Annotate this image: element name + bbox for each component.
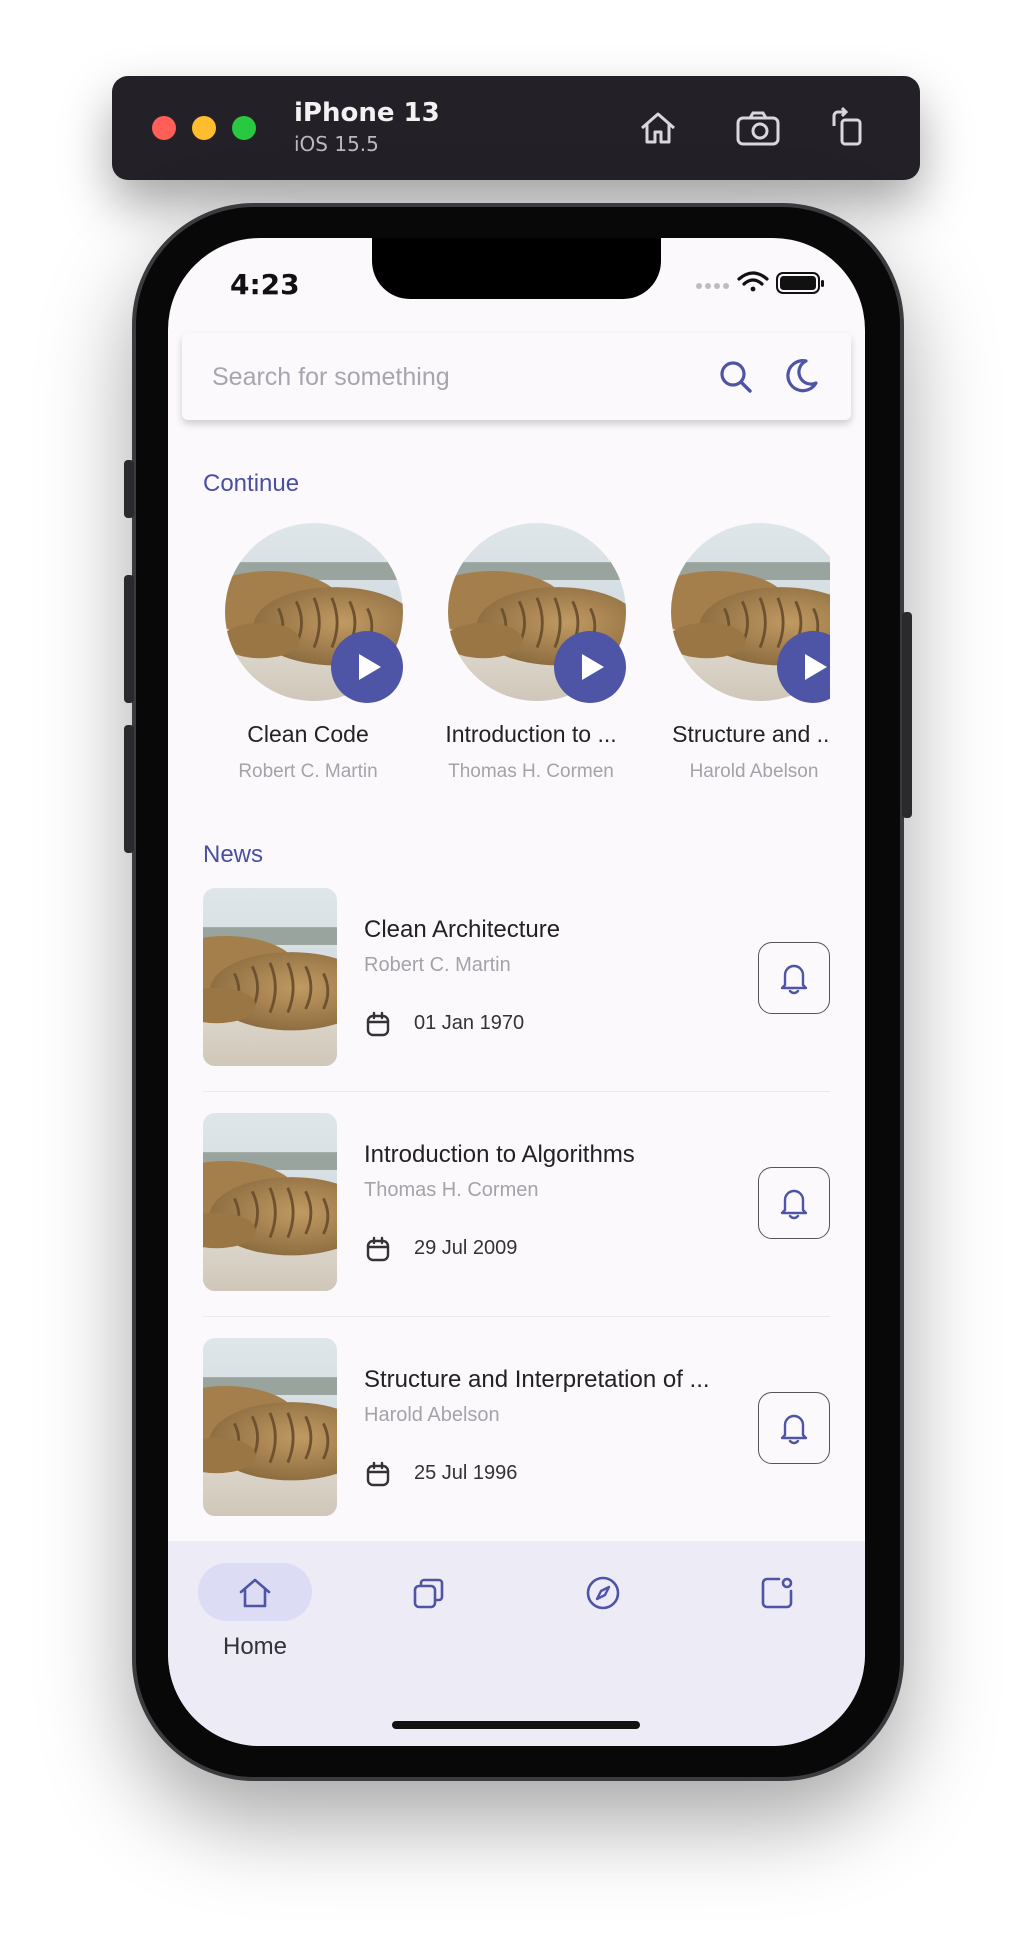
calendar-icon	[366, 1011, 390, 1037]
battery-icon	[776, 272, 824, 294]
wifi-icon	[737, 271, 769, 292]
play-icon[interactable]	[554, 631, 626, 703]
bell-icon	[780, 1414, 808, 1445]
calendar-icon	[366, 1461, 390, 1487]
news-item-title: Introduction to Algorithms	[364, 1141, 635, 1168]
bell-icon	[780, 1189, 808, 1220]
notify-button[interactable]	[758, 942, 830, 1014]
continue-item-title: Clean Code	[247, 721, 369, 747]
home-indicator[interactable]	[392, 1721, 640, 1729]
continue-item-title: Structure and ...	[672, 721, 830, 747]
power-button	[902, 612, 912, 818]
calendar-icon	[366, 1236, 390, 1262]
news-item[interactable]: Structure and Interpretation of ... Haro…	[203, 1338, 830, 1563]
news-item-title: Clean Architecture	[364, 916, 561, 943]
nav-label-home: Home	[222, 1633, 288, 1660]
home-icon	[239, 1578, 271, 1608]
os-version: iOS 15.5	[294, 132, 379, 156]
news-item-date: 01 Jan 1970	[414, 1012, 525, 1034]
close-window-button[interactable]	[152, 116, 176, 140]
status-icons	[696, 271, 824, 294]
rotate-icon[interactable]	[822, 102, 874, 154]
play-icon[interactable]	[331, 631, 403, 703]
bell-icon	[780, 964, 808, 995]
nav-item-explore[interactable]	[543, 1563, 663, 1663]
continue-item-author: Robert C. Martin	[238, 761, 378, 782]
divider	[203, 1316, 830, 1317]
profile-icon	[761, 1577, 793, 1609]
mute-switch	[124, 460, 134, 518]
continue-item[interactable]: Clean Code Robert C. Martin	[203, 523, 413, 788]
compass-icon	[586, 1576, 620, 1610]
continue-carousel[interactable]: Clean Code Robert C. Martin Introduction…	[203, 523, 830, 788]
zoom-window-button[interactable]	[232, 116, 256, 140]
news-item-author: Robert C. Martin	[364, 954, 511, 976]
minimize-window-button[interactable]	[192, 116, 216, 140]
book-cover	[203, 1338, 337, 1516]
library-icon	[413, 1578, 444, 1609]
search-input[interactable]	[210, 355, 670, 399]
dark-mode-moon-icon[interactable]	[782, 357, 820, 395]
bottom-navigation: Home	[168, 1541, 865, 1746]
continue-item[interactable]: Structure and ... Harold Abelson	[649, 523, 830, 788]
divider	[203, 1091, 830, 1092]
continue-item-title: Introduction to ...	[445, 721, 617, 747]
news-item-author: Harold Abelson	[364, 1404, 500, 1426]
nav-item-profile[interactable]	[717, 1563, 837, 1663]
book-cover	[203, 1113, 337, 1291]
nav-item-library[interactable]	[369, 1563, 489, 1663]
volume-up-button	[124, 575, 134, 703]
continue-item-author: Harold Abelson	[689, 761, 819, 782]
device-name: iPhone 13	[294, 98, 440, 128]
notify-button[interactable]	[758, 1392, 830, 1464]
status-time: 4:23	[230, 268, 300, 301]
simulator-toolbar: iPhone 13 iOS 15.5	[112, 76, 920, 180]
news-item[interactable]: Clean Architecture Robert C. Martin 01 J…	[203, 888, 830, 1113]
notch	[372, 238, 661, 299]
news-item-date: 25 Jul 1996	[414, 1462, 518, 1484]
nav-item-home[interactable]: Home	[195, 1563, 315, 1663]
news-item-author: Thomas H. Cormen	[364, 1179, 539, 1201]
notify-button[interactable]	[758, 1167, 830, 1239]
screenshot-icon[interactable]	[732, 102, 784, 154]
book-cover	[203, 888, 337, 1066]
search-bar	[182, 333, 851, 420]
continue-item[interactable]: Introduction to ... Thomas H. Cormen	[426, 523, 636, 788]
volume-down-button	[124, 725, 134, 853]
continue-section-title: Continue	[203, 470, 300, 497]
home-icon[interactable]	[632, 102, 684, 154]
news-item[interactable]: Introduction to Algorithms Thomas H. Cor…	[203, 1113, 830, 1338]
news-item-title: Structure and Interpretation of ...	[364, 1366, 710, 1393]
continue-item-author: Thomas H. Cormen	[448, 761, 614, 782]
news-section-title: News	[203, 841, 264, 868]
app-screen: 4:23 Continue Clean Code Robert C. Marti…	[168, 238, 865, 1746]
news-item-date: 29 Jul 2009	[414, 1237, 518, 1259]
search-icon[interactable]	[718, 359, 754, 395]
